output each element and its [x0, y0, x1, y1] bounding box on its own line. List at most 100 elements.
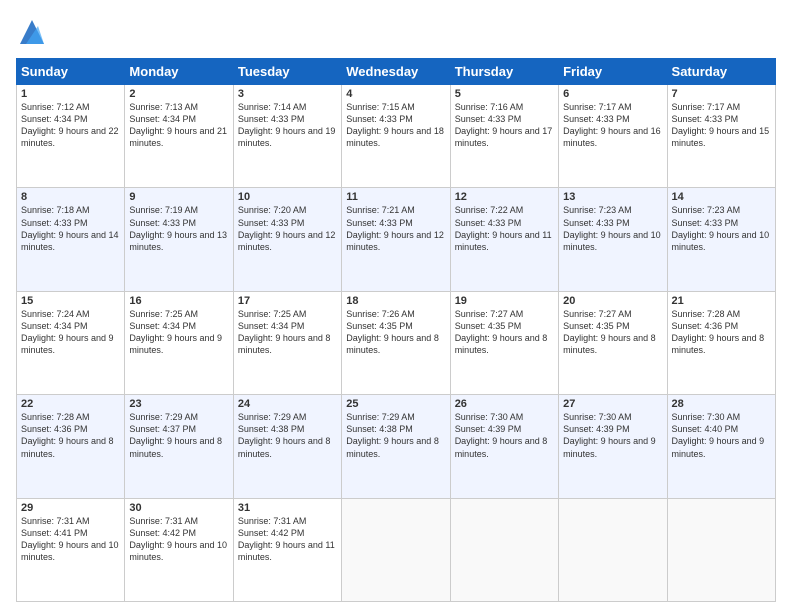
day-number: 18: [346, 295, 445, 307]
day-info: Sunrise: 7:31 AMSunset: 4:42 PMDaylight:…: [238, 515, 337, 564]
day-info: Sunrise: 7:17 AMSunset: 4:33 PMDaylight:…: [563, 101, 662, 150]
day-number: 30: [129, 502, 228, 514]
empty-cell: [450, 498, 558, 601]
page-container: SundayMondayTuesdayWednesdayThursdayFrid…: [0, 0, 792, 612]
day-number: 26: [455, 398, 554, 410]
calendar-week-4: 22Sunrise: 7:28 AMSunset: 4:36 PMDayligh…: [17, 395, 776, 498]
calendar-day-8: 8Sunrise: 7:18 AMSunset: 4:33 PMDaylight…: [17, 188, 125, 291]
calendar-day-27: 27Sunrise: 7:30 AMSunset: 4:39 PMDayligh…: [559, 395, 667, 498]
day-info: Sunrise: 7:17 AMSunset: 4:33 PMDaylight:…: [672, 101, 771, 150]
col-header-monday: Monday: [125, 59, 233, 85]
day-info: Sunrise: 7:19 AMSunset: 4:33 PMDaylight:…: [129, 204, 228, 253]
col-header-sunday: Sunday: [17, 59, 125, 85]
day-info: Sunrise: 7:27 AMSunset: 4:35 PMDaylight:…: [455, 308, 554, 357]
calendar-day-6: 6Sunrise: 7:17 AMSunset: 4:33 PMDaylight…: [559, 85, 667, 188]
day-number: 6: [563, 88, 662, 100]
calendar-week-5: 29Sunrise: 7:31 AMSunset: 4:41 PMDayligh…: [17, 498, 776, 601]
calendar-day-13: 13Sunrise: 7:23 AMSunset: 4:33 PMDayligh…: [559, 188, 667, 291]
empty-cell: [667, 498, 775, 601]
calendar-day-28: 28Sunrise: 7:30 AMSunset: 4:40 PMDayligh…: [667, 395, 775, 498]
empty-cell: [559, 498, 667, 601]
day-number: 7: [672, 88, 771, 100]
calendar-day-4: 4Sunrise: 7:15 AMSunset: 4:33 PMDaylight…: [342, 85, 450, 188]
calendar-day-1: 1Sunrise: 7:12 AMSunset: 4:34 PMDaylight…: [17, 85, 125, 188]
day-info: Sunrise: 7:16 AMSunset: 4:33 PMDaylight:…: [455, 101, 554, 150]
day-info: Sunrise: 7:30 AMSunset: 4:40 PMDaylight:…: [672, 411, 771, 460]
calendar-day-26: 26Sunrise: 7:30 AMSunset: 4:39 PMDayligh…: [450, 395, 558, 498]
day-number: 20: [563, 295, 662, 307]
calendar-day-3: 3Sunrise: 7:14 AMSunset: 4:33 PMDaylight…: [233, 85, 341, 188]
day-info: Sunrise: 7:29 AMSunset: 4:37 PMDaylight:…: [129, 411, 228, 460]
calendar-day-17: 17Sunrise: 7:25 AMSunset: 4:34 PMDayligh…: [233, 291, 341, 394]
day-number: 3: [238, 88, 337, 100]
calendar-week-2: 8Sunrise: 7:18 AMSunset: 4:33 PMDaylight…: [17, 188, 776, 291]
day-info: Sunrise: 7:31 AMSunset: 4:41 PMDaylight:…: [21, 515, 120, 564]
day-number: 16: [129, 295, 228, 307]
day-info: Sunrise: 7:23 AMSunset: 4:33 PMDaylight:…: [563, 204, 662, 253]
calendar-day-5: 5Sunrise: 7:16 AMSunset: 4:33 PMDaylight…: [450, 85, 558, 188]
day-info: Sunrise: 7:23 AMSunset: 4:33 PMDaylight:…: [672, 204, 771, 253]
calendar-day-24: 24Sunrise: 7:29 AMSunset: 4:38 PMDayligh…: [233, 395, 341, 498]
day-number: 13: [563, 191, 662, 203]
day-info: Sunrise: 7:31 AMSunset: 4:42 PMDaylight:…: [129, 515, 228, 564]
day-number: 28: [672, 398, 771, 410]
day-number: 10: [238, 191, 337, 203]
calendar-day-9: 9Sunrise: 7:19 AMSunset: 4:33 PMDaylight…: [125, 188, 233, 291]
day-info: Sunrise: 7:29 AMSunset: 4:38 PMDaylight:…: [346, 411, 445, 460]
calendar-day-16: 16Sunrise: 7:25 AMSunset: 4:34 PMDayligh…: [125, 291, 233, 394]
col-header-thursday: Thursday: [450, 59, 558, 85]
day-info: Sunrise: 7:21 AMSunset: 4:33 PMDaylight:…: [346, 204, 445, 253]
logo-icon: [16, 16, 48, 48]
day-info: Sunrise: 7:28 AMSunset: 4:36 PMDaylight:…: [672, 308, 771, 357]
calendar-day-18: 18Sunrise: 7:26 AMSunset: 4:35 PMDayligh…: [342, 291, 450, 394]
calendar-day-23: 23Sunrise: 7:29 AMSunset: 4:37 PMDayligh…: [125, 395, 233, 498]
day-number: 4: [346, 88, 445, 100]
day-number: 21: [672, 295, 771, 307]
page-header: [16, 16, 776, 48]
col-header-tuesday: Tuesday: [233, 59, 341, 85]
day-number: 1: [21, 88, 120, 100]
day-info: Sunrise: 7:25 AMSunset: 4:34 PMDaylight:…: [129, 308, 228, 357]
day-info: Sunrise: 7:27 AMSunset: 4:35 PMDaylight:…: [563, 308, 662, 357]
col-header-saturday: Saturday: [667, 59, 775, 85]
day-info: Sunrise: 7:15 AMSunset: 4:33 PMDaylight:…: [346, 101, 445, 150]
calendar-day-20: 20Sunrise: 7:27 AMSunset: 4:35 PMDayligh…: [559, 291, 667, 394]
calendar-day-31: 31Sunrise: 7:31 AMSunset: 4:42 PMDayligh…: [233, 498, 341, 601]
col-header-wednesday: Wednesday: [342, 59, 450, 85]
day-info: Sunrise: 7:29 AMSunset: 4:38 PMDaylight:…: [238, 411, 337, 460]
day-number: 17: [238, 295, 337, 307]
calendar-day-29: 29Sunrise: 7:31 AMSunset: 4:41 PMDayligh…: [17, 498, 125, 601]
calendar-day-10: 10Sunrise: 7:20 AMSunset: 4:33 PMDayligh…: [233, 188, 341, 291]
day-number: 9: [129, 191, 228, 203]
day-number: 24: [238, 398, 337, 410]
calendar-header-row: SundayMondayTuesdayWednesdayThursdayFrid…: [17, 59, 776, 85]
day-info: Sunrise: 7:30 AMSunset: 4:39 PMDaylight:…: [563, 411, 662, 460]
day-number: 27: [563, 398, 662, 410]
calendar-day-19: 19Sunrise: 7:27 AMSunset: 4:35 PMDayligh…: [450, 291, 558, 394]
day-info: Sunrise: 7:24 AMSunset: 4:34 PMDaylight:…: [21, 308, 120, 357]
day-number: 29: [21, 502, 120, 514]
day-number: 5: [455, 88, 554, 100]
day-number: 25: [346, 398, 445, 410]
day-info: Sunrise: 7:30 AMSunset: 4:39 PMDaylight:…: [455, 411, 554, 460]
calendar-day-14: 14Sunrise: 7:23 AMSunset: 4:33 PMDayligh…: [667, 188, 775, 291]
day-info: Sunrise: 7:25 AMSunset: 4:34 PMDaylight:…: [238, 308, 337, 357]
day-number: 22: [21, 398, 120, 410]
day-number: 31: [238, 502, 337, 514]
day-number: 11: [346, 191, 445, 203]
calendar-week-3: 15Sunrise: 7:24 AMSunset: 4:34 PMDayligh…: [17, 291, 776, 394]
calendar-day-21: 21Sunrise: 7:28 AMSunset: 4:36 PMDayligh…: [667, 291, 775, 394]
calendar-day-11: 11Sunrise: 7:21 AMSunset: 4:33 PMDayligh…: [342, 188, 450, 291]
calendar-day-30: 30Sunrise: 7:31 AMSunset: 4:42 PMDayligh…: [125, 498, 233, 601]
calendar-day-25: 25Sunrise: 7:29 AMSunset: 4:38 PMDayligh…: [342, 395, 450, 498]
calendar-day-12: 12Sunrise: 7:22 AMSunset: 4:33 PMDayligh…: [450, 188, 558, 291]
empty-cell: [342, 498, 450, 601]
day-number: 15: [21, 295, 120, 307]
day-number: 12: [455, 191, 554, 203]
col-header-friday: Friday: [559, 59, 667, 85]
calendar-day-22: 22Sunrise: 7:28 AMSunset: 4:36 PMDayligh…: [17, 395, 125, 498]
calendar-day-7: 7Sunrise: 7:17 AMSunset: 4:33 PMDaylight…: [667, 85, 775, 188]
calendar-table: SundayMondayTuesdayWednesdayThursdayFrid…: [16, 58, 776, 602]
day-info: Sunrise: 7:26 AMSunset: 4:35 PMDaylight:…: [346, 308, 445, 357]
day-info: Sunrise: 7:22 AMSunset: 4:33 PMDaylight:…: [455, 204, 554, 253]
